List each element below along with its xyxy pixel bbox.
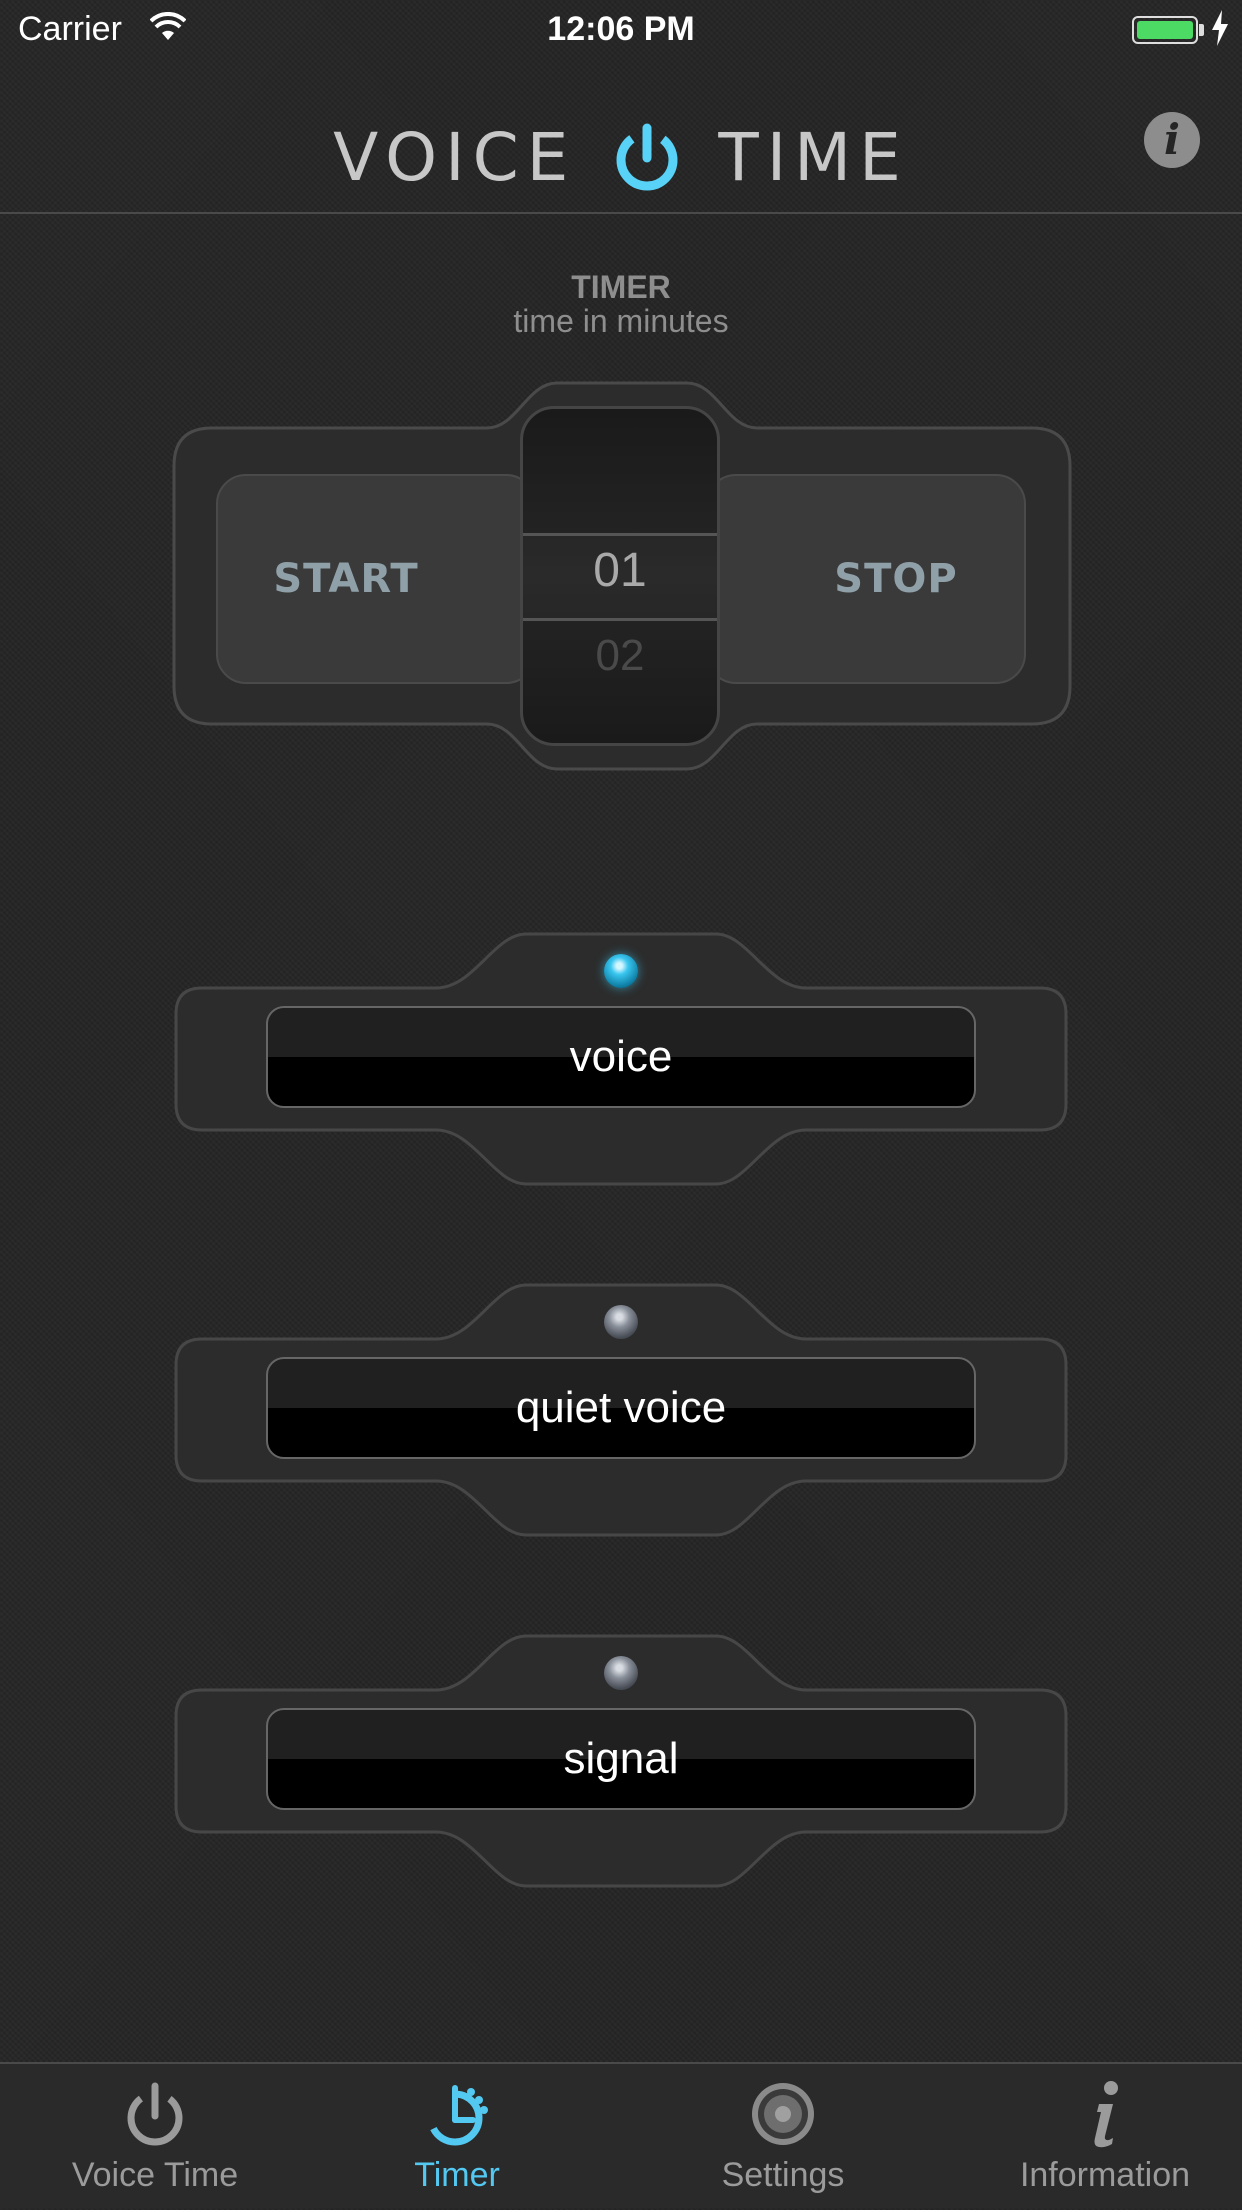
tab-information[interactable]: Information [950, 2064, 1242, 2210]
logo-word-voice: VOICE [333, 118, 577, 196]
mode-panel-quiet-voice: quiet voice [174, 1283, 1068, 1537]
speaker-icon [752, 2083, 814, 2145]
tab-settings[interactable]: Settings [628, 2064, 938, 2210]
voice-mode-button[interactable]: voice [266, 1006, 976, 1108]
battery-icon [1132, 16, 1198, 44]
status-time: 12:06 PM [547, 10, 695, 48]
charging-bolt-icon [1212, 10, 1228, 46]
picker-next-value: 02 [595, 631, 645, 680]
battery-nub [1199, 24, 1204, 36]
tab-label: Information [1019, 2156, 1191, 2194]
info-button[interactable]: i [1144, 112, 1200, 168]
timer-control: START STOP 01 02 [172, 378, 1072, 774]
timer-subtitle: time in minutes [513, 303, 729, 339]
quiet-voice-indicator-led [604, 1305, 638, 1339]
mode-panel-signal: signal [174, 1634, 1068, 1888]
status-bar: Carrier 12:06 PM [0, 0, 1242, 60]
tab-label: Timer [414, 2156, 500, 2194]
tab-label: Voice Time [71, 2156, 239, 2194]
mode-panel-voice: voice [174, 932, 1068, 1186]
app-header: VOICE TIME i [0, 60, 1242, 214]
info-icon [1094, 2081, 1118, 2148]
timer-heading: TIMER time in minutes [0, 270, 1242, 338]
signal-mode-button[interactable]: signal [266, 1708, 976, 1810]
picker-selected-value: 01 [593, 544, 647, 597]
logo-word-time: TIME [718, 118, 909, 196]
tab-label: Settings [721, 2156, 845, 2194]
power-logo-icon [616, 123, 678, 191]
tab-bar: Voice Time Timer Settings Information [0, 2062, 1242, 2208]
minutes-picker[interactable]: 01 02 [520, 406, 720, 746]
quiet-voice-mode-button[interactable]: quiet voice [266, 1357, 976, 1459]
voice-indicator-led [604, 954, 638, 988]
power-icon [127, 2082, 183, 2146]
timer-title: TIMER [571, 269, 671, 305]
app-logo: VOICE TIME [0, 102, 1242, 212]
tab-timer[interactable]: Timer [302, 2064, 612, 2210]
start-button[interactable]: START [216, 474, 536, 684]
timer-icon [427, 2085, 488, 2146]
tab-voice-time[interactable]: Voice Time [0, 2064, 310, 2210]
stop-button[interactable]: STOP [706, 474, 1026, 684]
signal-indicator-led [604, 1656, 638, 1690]
